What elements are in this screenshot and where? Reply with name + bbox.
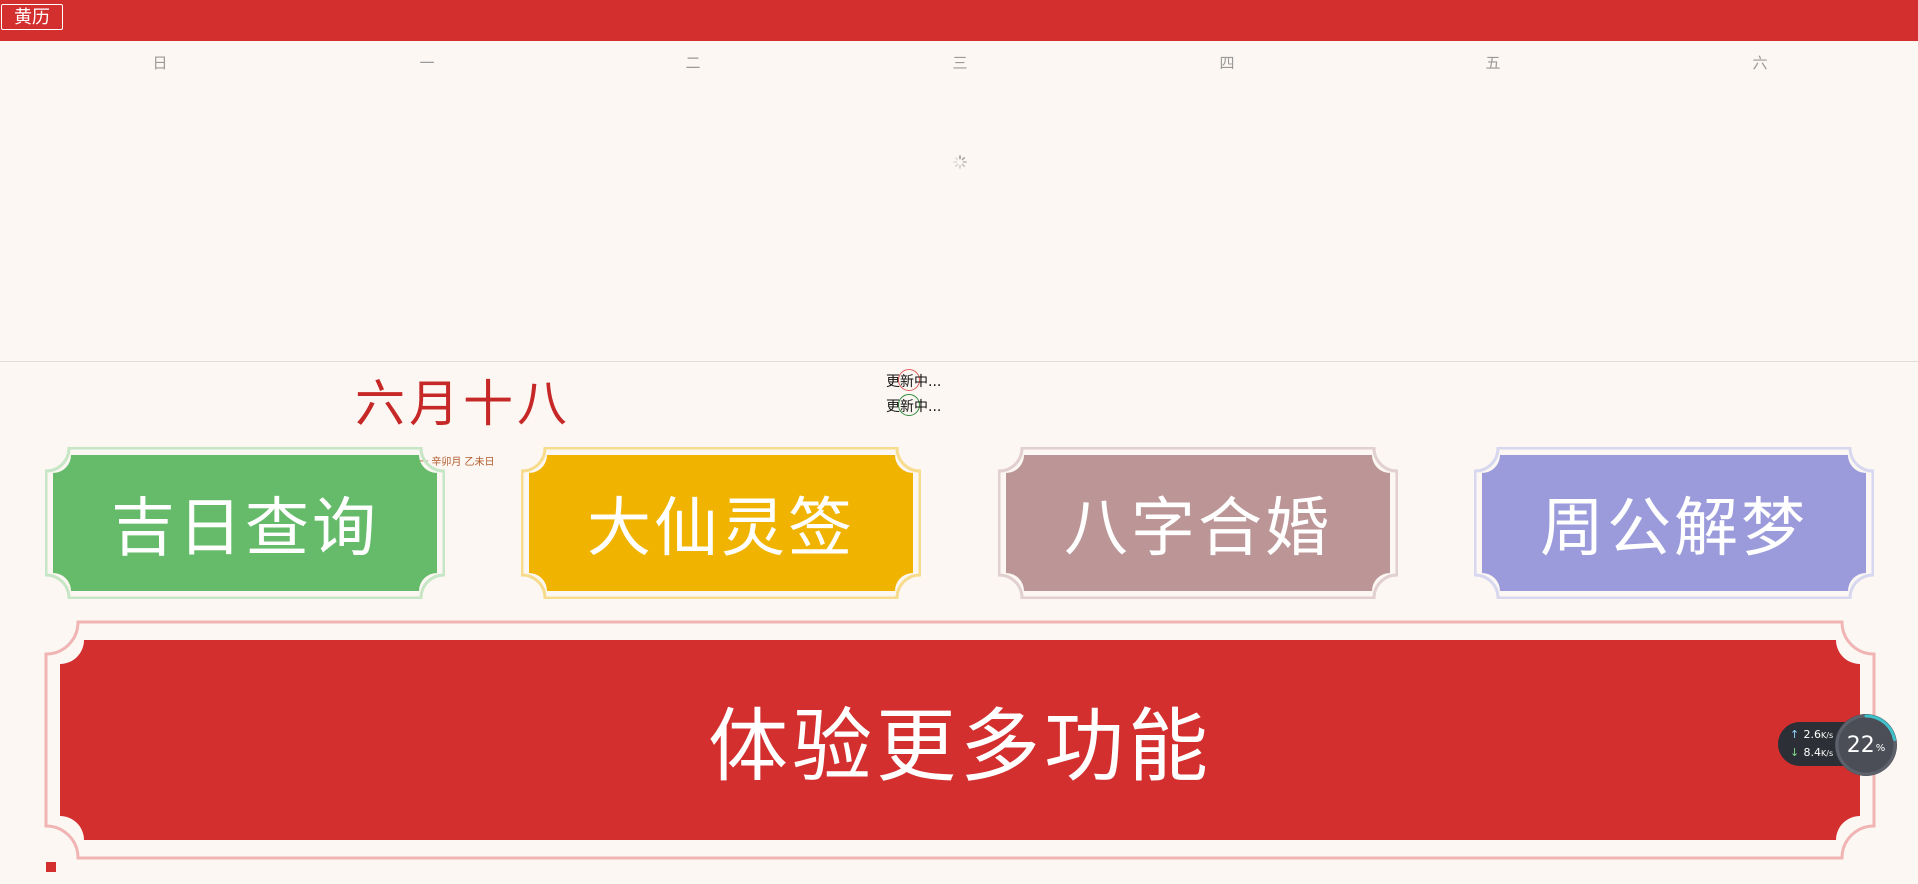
- tile-label: 大仙灵签: [587, 492, 855, 566]
- download-arrow-icon: ↓: [1790, 746, 1800, 759]
- weekday-thursday: 四: [1219, 54, 1235, 72]
- tile-bazi-match[interactable]: 八字合婚: [998, 447, 1398, 599]
- weekday-saturday: 六: [1752, 54, 1768, 72]
- weekday-header: 日 一 二 三 四 五 六: [0, 52, 1918, 72]
- tile-fortune-lots[interactable]: 大仙灵签: [521, 447, 921, 599]
- app-logo-icon: [46, 862, 56, 872]
- more-features-banner[interactable]: 体验更多功能: [44, 620, 1876, 860]
- update-status-1: 更新中...: [886, 369, 941, 391]
- calendar-divider: [0, 361, 1918, 362]
- usage-gauge[interactable]: 22%: [1835, 714, 1897, 776]
- weekday-monday: 一: [419, 54, 435, 72]
- tile-label: 吉日查询: [111, 492, 379, 566]
- tile-dream-interpretation[interactable]: 周公解梦: [1474, 447, 1874, 599]
- tile-auspicious-day[interactable]: 吉日查询: [45, 447, 445, 599]
- weekday-wednesday: 三: [952, 54, 968, 72]
- lunar-date: 六月十八: [355, 375, 571, 433]
- loading-spinner-icon: [953, 155, 967, 169]
- weekday-friday: 五: [1485, 54, 1501, 72]
- update-status-2: 更新中...: [886, 394, 941, 416]
- weekday-sunday: 日: [152, 54, 168, 72]
- tile-label: 周公解梦: [1540, 492, 1808, 566]
- tile-label: 八字合婚: [1064, 492, 1332, 566]
- upload-arrow-icon: ↑: [1790, 728, 1800, 741]
- huangli-title-button[interactable]: 黄历: [1, 4, 63, 30]
- banner-label: 体验更多功能: [708, 700, 1212, 793]
- weekday-tuesday: 二: [685, 54, 701, 72]
- top-bar: 黄历: [0, 0, 1918, 41]
